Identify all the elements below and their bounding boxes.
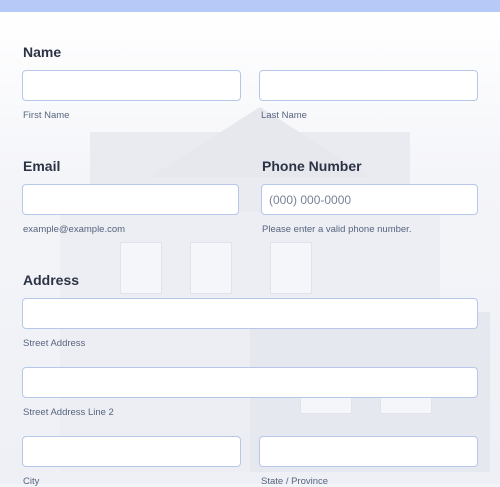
name-label: Name [23,44,62,60]
phone-input[interactable] [261,184,478,215]
email-input[interactable] [22,184,239,215]
state-province-input[interactable] [259,436,478,467]
email-label: Email [23,158,61,174]
last-name-sublabel: Last Name [261,110,307,121]
address-label: Address [23,272,80,288]
street-address-sublabel: Street Address [23,338,86,349]
first-name-sublabel: First Name [23,110,70,121]
street-address-input[interactable] [22,298,478,329]
phone-label: Phone Number [262,158,362,174]
street-address-line2-input[interactable] [22,367,478,398]
background-window [120,242,162,294]
city-input[interactable] [22,436,241,467]
street-address-line2-sublabel: Street Address Line 2 [23,407,114,418]
form-header-bar [0,0,500,12]
phone-sublabel: Please enter a valid phone number. [262,224,412,235]
city-sublabel: City [23,476,40,487]
state-province-sublabel: State / Province [261,476,329,487]
first-name-input[interactable] [22,70,241,101]
email-sublabel: example@example.com [23,224,126,235]
background-window [270,242,312,294]
last-name-input[interactable] [259,70,478,101]
background-window [190,242,232,294]
